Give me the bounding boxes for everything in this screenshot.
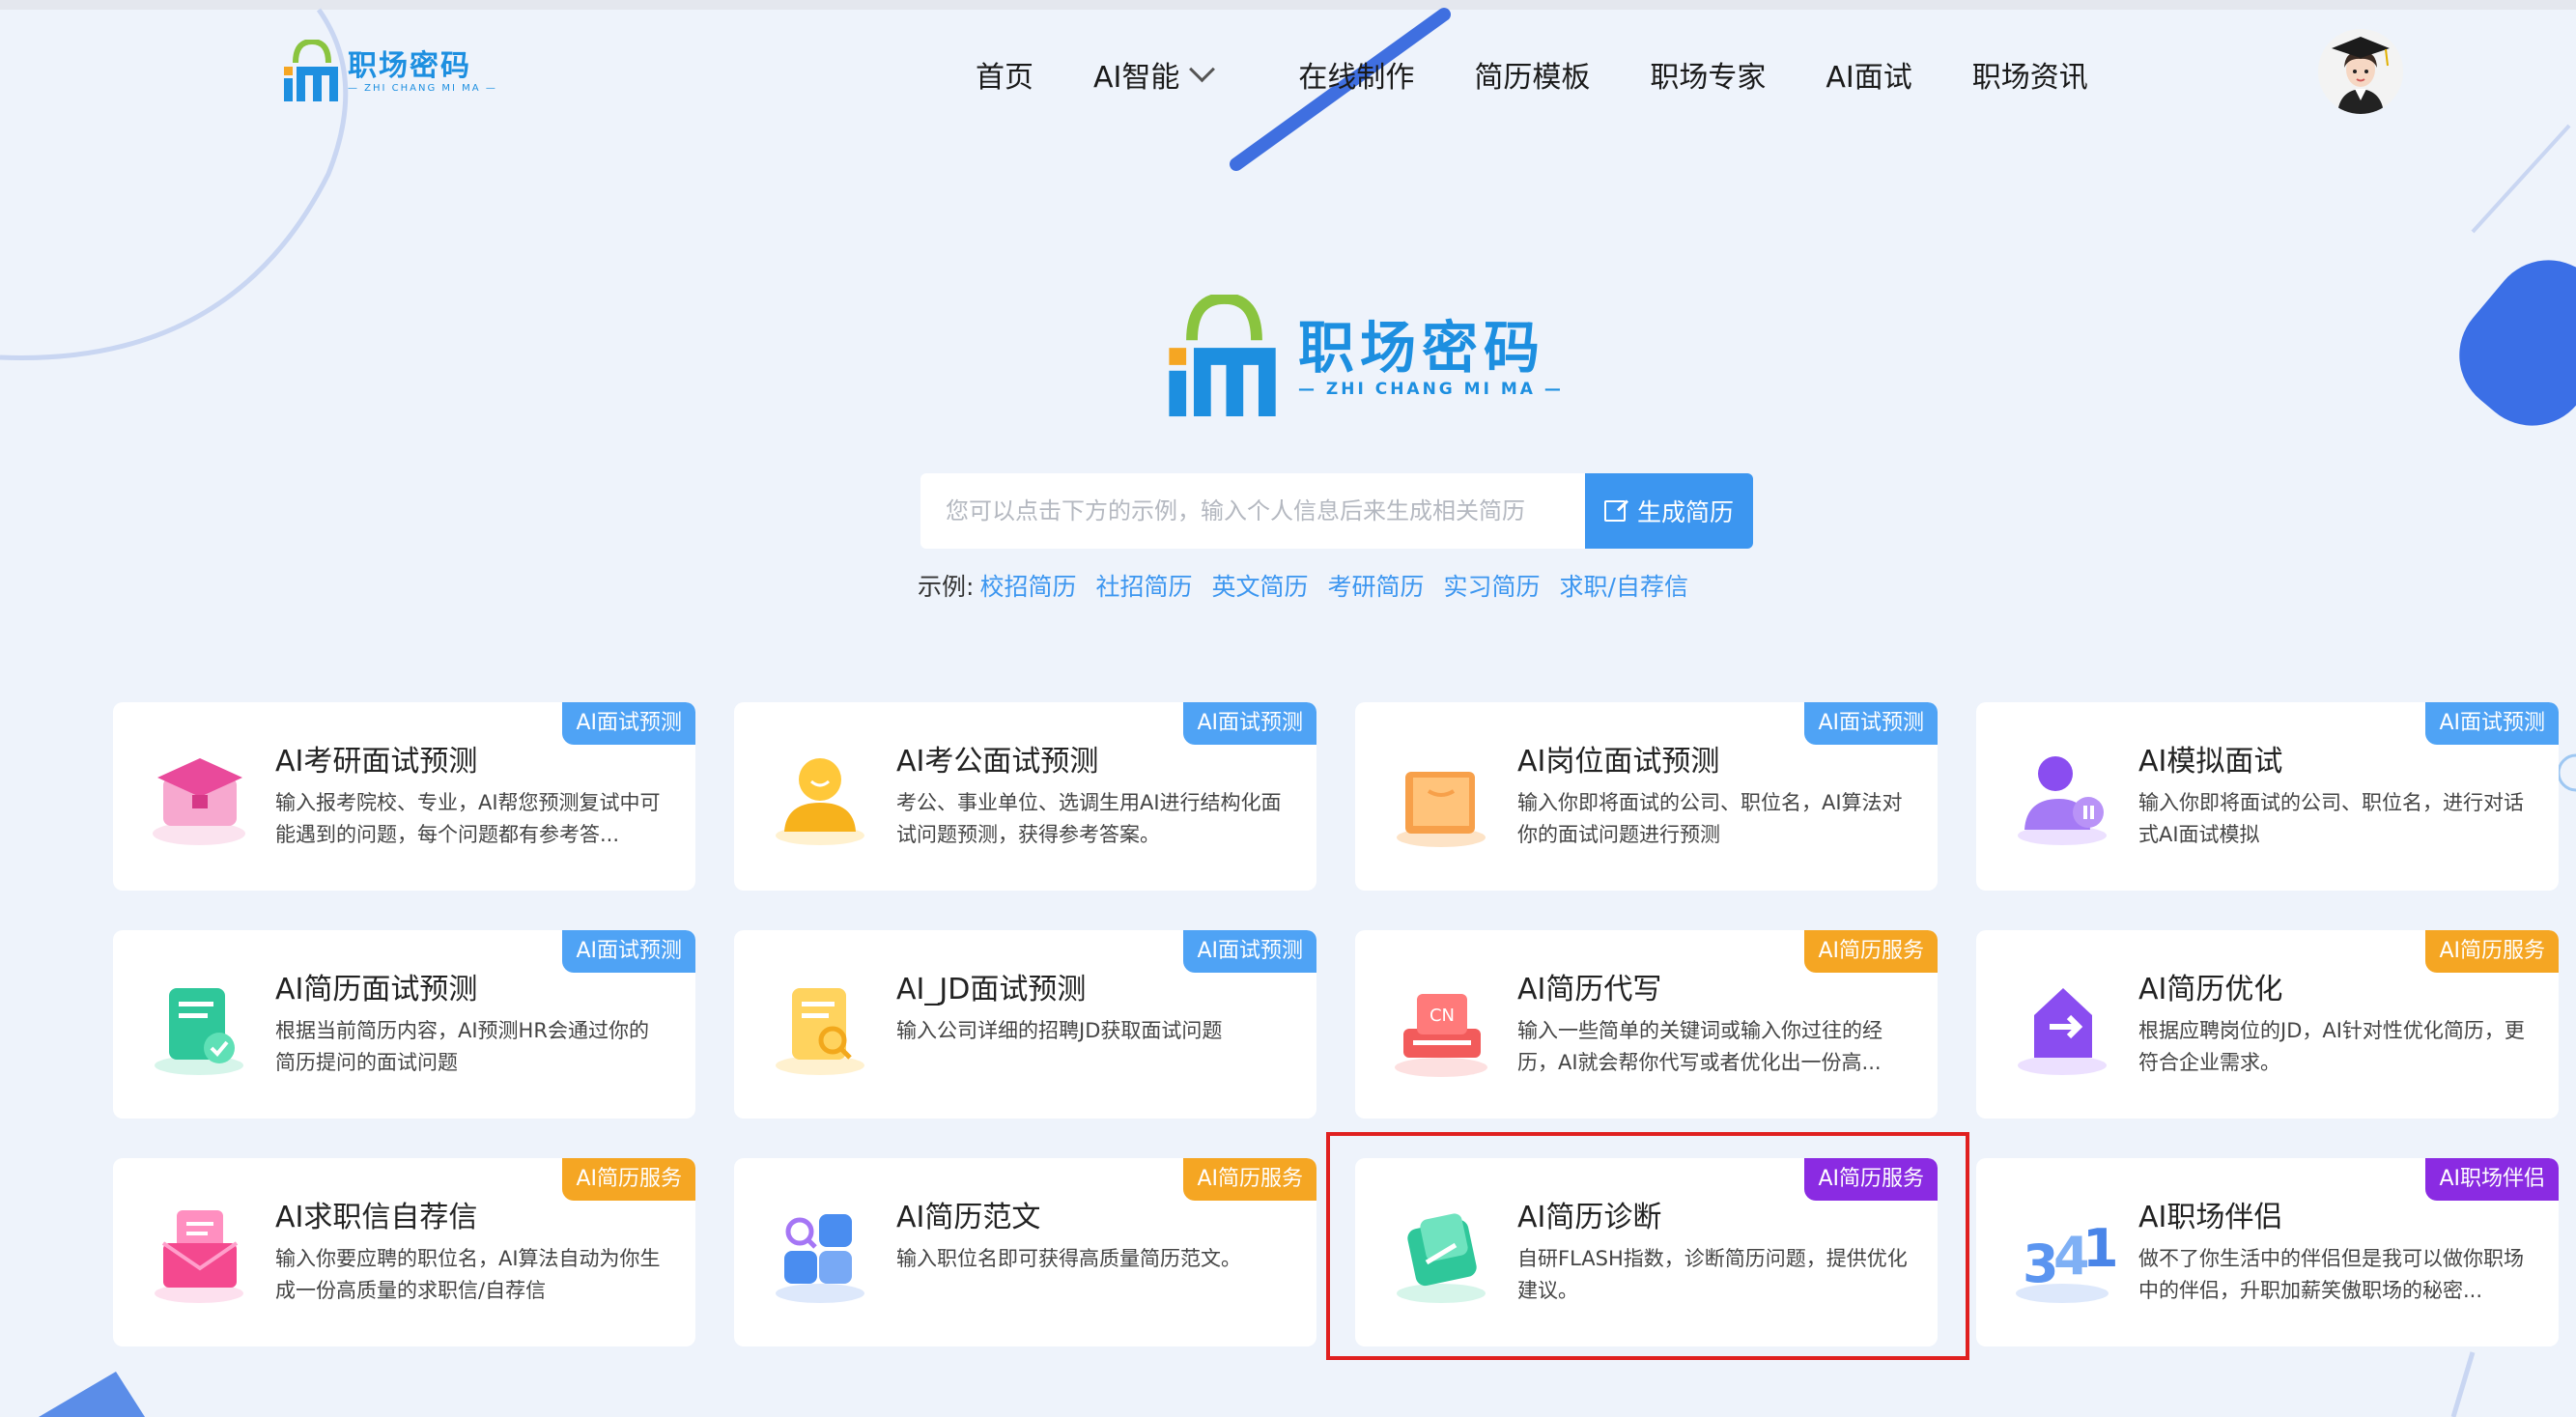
header-logo[interactable]: 职场密码 — ZHI CHANG MI MA — [282, 37, 497, 106]
hero-logo: 职场密码 — ZHI CHANG MI MA — [1164, 293, 1564, 420]
category-badge: AI简历服务 [1804, 1158, 1938, 1201]
nav-online-create[interactable]: 在线制作 [1298, 53, 1414, 96]
service-card[interactable]: AI面试预测 AI考研面试预测输入报考院校、专业，AI帮您预测复试中可能遇到的问题… [113, 702, 695, 891]
card-title: AI简历代写 [1517, 973, 1662, 1006]
category-badge: AI简历服务 [1804, 930, 1938, 973]
service-card[interactable]: AI面试预测 AI考公面试预测考公、事业单位、选调生用AI进行结构化面试问题预测，… [734, 702, 1316, 891]
example-social-resume[interactable]: 社招简历 [1095, 568, 1192, 603]
card-title: AI简历诊断 [1517, 1201, 1662, 1234]
service-card[interactable]: AI简历服务 AI简历优化根据应聘岗位的JD，AI针对性优化简历，更符合企业需求。 [1976, 930, 2559, 1119]
card-description: 输入你即将面试的公司、职位名，AI算法对你的面试问题进行预测 [1517, 791, 1903, 846]
window-top-border [0, 0, 2576, 10]
graduation-cap-icon [153, 758, 245, 845]
envelope-icon [155, 1210, 243, 1303]
cn-icon-label: CN [1430, 1006, 1455, 1026]
service-card[interactable]: AI面试预测 AI_JD面试预测输入公司详细的招聘JD获取面试问题 [734, 930, 1316, 1119]
diagnosis-icon [1397, 1213, 1486, 1303]
category-badge: AI面试预测 [562, 930, 695, 973]
category-badge: AI面试预测 [1804, 702, 1938, 745]
resume-search-bar: 生成简历 [920, 473, 1753, 549]
blocks-icon [776, 1214, 864, 1303]
card-title: AI模拟面试 [2138, 745, 2283, 779]
interviewer-icon [2018, 756, 2107, 845]
card-title: AI简历面试预测 [275, 973, 478, 1006]
example-campus-resume[interactable]: 校招简历 [979, 568, 1076, 603]
card-description: 输入你要应聘的职位名，AI算法自动为你生成一份高质量的求职信/自荐信 [275, 1247, 661, 1302]
card-title: AI简历优化 [2138, 973, 2283, 1006]
example-cover-letter[interactable]: 求职/自荐信 [1560, 568, 1688, 603]
logo-mark-icon [282, 38, 342, 103]
card-description: 输入一些简单的关键词或输入你过往的经历，AI就会帮你代写或者优化出一份高... [1517, 1019, 1882, 1074]
resume-check-icon [155, 988, 243, 1075]
card-description: 输入你即将面试的公司、职位名，进行对话式AI面试模拟 [2138, 791, 2524, 846]
card-title: AI简历范文 [896, 1201, 1041, 1234]
person-icon [776, 758, 864, 845]
hero-brand-name: 职场密码 [1298, 315, 1546, 381]
logo-mark-icon [1164, 293, 1285, 420]
card-title: AI考公面试预测 [896, 745, 1099, 779]
service-card[interactable]: AI简历服务 CN AI简历代写输入一些简单的关键词或输入你过往的经历，AI就会帮你… [1355, 930, 1938, 1119]
brand-name: 职场密码 [348, 48, 471, 83]
nav-ai-smart[interactable]: AI智能 [1093, 53, 1216, 96]
brand-subtitle: — ZHI CHANG MI MA — [348, 82, 497, 94]
edit-icon [1603, 500, 1626, 522]
category-badge: AI简历服务 [562, 1158, 695, 1201]
category-badge: AI面试预测 [1183, 702, 1316, 745]
card-description: 输入职位名即可获得高质量简历范文。 [896, 1247, 1241, 1270]
example-links: 示例: 校招简历 社招简历 英文简历 考研简历 实习简历 求职/自荐信 [918, 568, 1688, 603]
generate-resume-button[interactable]: 生成简历 [1585, 473, 1753, 549]
card-description: 考公、事业单位、选调生用AI进行结构化面试问题预测，获得参考答案。 [896, 791, 1282, 846]
service-card[interactable]: AI简历服务 AI简历范文输入职位名即可获得高质量简历范文。 [734, 1158, 1316, 1346]
card-title: AI求职信自荐信 [275, 1201, 478, 1234]
card-title: AI_JD面试预测 [896, 973, 1087, 1006]
service-card[interactable]: AI面试预测 AI岗位面试预测输入你即将面试的公司、职位名，AI算法对你的面试问题… [1355, 702, 1938, 891]
card-title: AI岗位面试预测 [1517, 745, 1720, 779]
category-badge: AI简历服务 [2425, 930, 2559, 973]
nav-ai-interview[interactable]: AI面试 [1826, 53, 1911, 96]
card-description: 根据当前简历内容，AI预测HR会通过你的简历提问的面试问题 [275, 1019, 649, 1074]
service-card[interactable]: AI简历服务 AI简历诊断自研FLASH指数，诊断简历问题，提供优化建议。 [1355, 1158, 1938, 1346]
card-description: 做不了你生活中的伴侣但是我可以做你职场中的伴侣，升职加薪笑傲职场的秘密... [2138, 1247, 2524, 1302]
document-search-icon [776, 988, 864, 1075]
example-english-resume[interactable]: 英文简历 [1211, 568, 1308, 603]
numbers-3d-icon: 341 [2016, 1218, 2119, 1303]
card-description: 自研FLASH指数，诊断简历问题，提供优化建议。 [1517, 1247, 1908, 1302]
example-postgrad-resume[interactable]: 考研简历 [1327, 568, 1424, 603]
user-avatar[interactable] [2318, 29, 2403, 114]
category-badge: AI面试预测 [562, 702, 695, 745]
nav-resume-templates[interactable]: 简历模板 [1474, 53, 1590, 96]
service-card[interactable]: AI面试预测 AI简历面试预测根据当前简历内容，AI预测HR会通过你的简历提问的面… [113, 930, 695, 1119]
nav-career-news[interactable]: 职场资讯 [1972, 53, 2088, 96]
card-title: AI考研面试预测 [275, 745, 478, 779]
service-card[interactable]: AI面试预测 AI模拟面试输入你即将面试的公司、职位名，进行对话式AI面试模拟 [1976, 702, 2559, 891]
graduate-avatar-icon [2318, 29, 2403, 114]
service-card[interactable]: AI职场伴侣 3 4 1 AI职场伴侣做不了你生活中的伴侣但是我可以做你职场中的伴侣，升… [1976, 1158, 2559, 1346]
optimize-icon [2018, 988, 2107, 1075]
examples-label: 示例: [918, 573, 975, 601]
category-badge: AI简历服务 [1183, 1158, 1316, 1201]
hero-brand-subtitle: — ZHI CHANG MI MA — [1298, 380, 1564, 399]
briefcase-icon [1397, 772, 1486, 847]
category-badge: AI面试预测 [2425, 702, 2559, 745]
category-badge: AI职场伴侣 [2425, 1158, 2559, 1201]
card-title: AI职场伴侣 [2138, 1201, 2283, 1234]
category-badge: AI面试预测 [1183, 930, 1316, 973]
service-card[interactable]: AI简历服务 AI求职信自荐信输入你要应聘的职位名，AI算法自动为你生成一份高质量… [113, 1158, 695, 1346]
typewriter-icon: CN [1395, 994, 1487, 1077]
nav-home[interactable]: 首页 [976, 53, 1033, 96]
card-description: 根据应聘岗位的JD，AI针对性优化简历，更符合企业需求。 [2138, 1019, 2525, 1074]
svg-text:1: 1 [2082, 1218, 2119, 1279]
example-internship-resume[interactable]: 实习简历 [1444, 568, 1541, 603]
main-nav: 首页 AI智能 在线制作 简历模板 职场专家 AI面试 职场资讯 [976, 50, 2148, 99]
nav-career-experts[interactable]: 职场专家 [1650, 53, 1766, 96]
chevron-down-icon [1189, 55, 1216, 82]
card-description: 输入报考院校、专业，AI帮您预测复试中可能遇到的问题，每个问题都有参考答... [275, 791, 661, 846]
resume-info-input[interactable] [920, 473, 1585, 549]
card-description: 输入公司详细的招聘JD获取面试问题 [896, 1019, 1223, 1042]
